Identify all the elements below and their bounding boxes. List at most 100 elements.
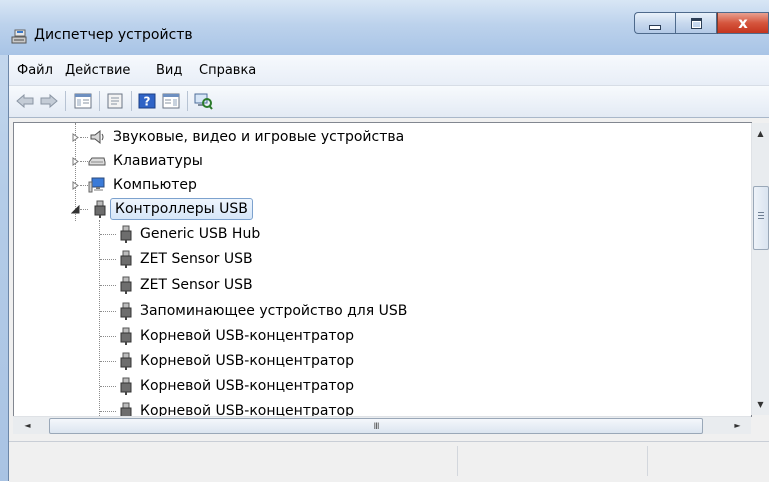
device-tree[interactable]: Звуковые, видео и игровые устройства Кла… <box>13 122 752 417</box>
window-title: Диспетчер устройств <box>34 27 193 43</box>
status-bar <box>9 441 769 482</box>
status-pane <box>459 446 648 476</box>
tree-item-label: Звуковые, видео и игровые устройства <box>113 129 405 145</box>
show-hide-console-tree-icon[interactable] <box>73 92 93 110</box>
tree-item-label: Корневой USB-концентратор <box>140 403 355 417</box>
device-manager-icon <box>10 28 30 46</box>
toolbar: ? <box>9 86 769 118</box>
tree-item-usb-device[interactable]: Корневой USB-концентратор <box>14 349 751 373</box>
scroll-left-arrow-icon[interactable]: ◄ <box>19 417 36 434</box>
back-arrow-icon[interactable] <box>15 92 35 110</box>
close-button[interactable]: x <box>717 12 769 34</box>
usb-plug-icon <box>120 377 132 395</box>
toolbar-separator <box>187 91 188 111</box>
menu-view[interactable]: Вид <box>156 63 182 78</box>
window-frame: Диспетчер устройств x Файл Действие Вид … <box>0 0 769 482</box>
tree-item-usb-controllers[interactable]: Контроллеры USB <box>14 197 751 221</box>
properties-icon[interactable] <box>105 92 125 110</box>
usb-plug-icon <box>120 225 132 243</box>
tree-connector <box>100 234 116 235</box>
usb-plug-icon <box>120 276 132 294</box>
usb-plug-icon <box>120 250 132 268</box>
tree-item-label: Клавиатуры <box>113 153 203 169</box>
tree-item-label: Корневой USB-концентратор <box>140 328 355 344</box>
tree-item-computer[interactable]: Компьютер <box>14 173 751 197</box>
tree-item-label: ZET Sensor USB <box>140 251 253 267</box>
scroll-right-arrow-icon[interactable]: ► <box>729 417 746 434</box>
tree-connector <box>100 386 116 387</box>
thumb-grip <box>758 218 764 219</box>
computer-icon <box>88 177 105 193</box>
tree-connector <box>100 311 116 312</box>
svg-text:?: ? <box>144 95 151 109</box>
usb-plug-icon <box>120 302 132 320</box>
tree-connector <box>100 411 116 412</box>
menu-action[interactable]: Действие <box>65 63 130 78</box>
tree-item-label: Корневой USB-концентратор <box>140 378 355 394</box>
menu-help[interactable]: Справка <box>199 63 256 78</box>
usb-plug-icon <box>120 402 132 416</box>
forward-arrow-icon[interactable] <box>39 92 59 110</box>
tree-connector <box>80 137 88 138</box>
speaker-icon <box>90 129 104 145</box>
horizontal-scroll-thumb[interactable]: III <box>49 418 703 434</box>
tree-item-label: Контроллеры USB <box>110 198 253 220</box>
expand-arrow-icon[interactable] <box>71 133 80 142</box>
tree-connector <box>80 185 88 186</box>
tree-item-label: Запоминающее устройство для USB <box>140 303 408 319</box>
tree-item-usb-device[interactable]: Корневой USB-концентратор <box>14 374 751 398</box>
menu-file[interactable]: Файл <box>17 63 53 78</box>
client-area: Файл Действие Вид Справка ? Звуковые, ви… <box>8 55 769 482</box>
usb-plug-icon <box>120 327 132 345</box>
scroll-down-arrow-icon[interactable]: ▼ <box>752 396 769 413</box>
tree-item-usb-device[interactable]: Generic USB Hub <box>14 222 751 246</box>
help-icon[interactable]: ? <box>137 92 157 110</box>
title-bar[interactable]: Диспетчер устройств x <box>0 0 769 55</box>
tree-connector <box>100 361 116 362</box>
tree-connector <box>100 336 116 337</box>
tree-item-usb-device[interactable]: Корневой USB-концентратор <box>14 324 751 348</box>
minimize-icon <box>649 24 661 30</box>
tree-item-sound[interactable]: Звуковые, видео и игровые устройства <box>14 125 751 149</box>
vertical-scrollbar[interactable]: ▲ ▼ <box>751 123 769 415</box>
tree-item-usb-device[interactable]: Запоминающее устройство для USB <box>14 299 751 323</box>
thumb-grip <box>758 215 764 216</box>
thumb-grip <box>758 212 764 213</box>
horizontal-scrollbar[interactable]: ◄ III ► <box>13 416 751 434</box>
close-icon: x <box>738 14 748 32</box>
tree-item-label: ZET Sensor USB <box>140 277 253 293</box>
tree-item-label: Корневой USB-концентратор <box>140 353 355 369</box>
maximize-button[interactable] <box>675 12 717 34</box>
usb-plug-icon <box>94 200 106 218</box>
toolbar-separator <box>65 91 66 111</box>
status-pane <box>9 446 458 476</box>
tree-item-keyboards[interactable]: Клавиатуры <box>14 149 751 173</box>
maximize-icon <box>690 17 702 29</box>
keyboard-icon <box>88 157 106 166</box>
toolbar-separator <box>99 91 100 111</box>
tree-item-usb-device[interactable]: Корневой USB-концентратор <box>14 399 751 417</box>
tree-connector <box>100 259 116 260</box>
scroll-up-arrow-icon[interactable]: ▲ <box>752 125 769 142</box>
device-tree-content: Звуковые, видео и игровые устройства Кла… <box>14 123 751 416</box>
minimize-button[interactable] <box>634 12 675 34</box>
window-controls: x <box>634 12 769 34</box>
vertical-scroll-thumb[interactable] <box>753 186 769 250</box>
action-pane-icon[interactable] <box>161 92 181 110</box>
expand-arrow-icon[interactable] <box>71 157 80 166</box>
tree-connector <box>80 161 88 162</box>
usb-plug-icon <box>120 352 132 370</box>
tree-item-usb-device[interactable]: ZET Sensor USB <box>14 247 751 271</box>
scan-hardware-changes-icon[interactable] <box>193 92 213 110</box>
status-pane <box>649 446 769 476</box>
tree-connector <box>80 209 88 210</box>
tree-item-label: Компьютер <box>113 177 197 193</box>
tree-item-usb-device[interactable]: ZET Sensor USB <box>14 273 751 297</box>
tree-item-label: Generic USB Hub <box>140 226 261 242</box>
expand-arrow-icon[interactable] <box>71 181 80 190</box>
toolbar-separator <box>131 91 132 111</box>
collapse-arrow-icon[interactable] <box>71 205 80 214</box>
thumb-grip: III <box>373 422 380 432</box>
tree-connector <box>100 285 116 286</box>
menu-bar: Файл Действие Вид Справка <box>9 55 769 86</box>
